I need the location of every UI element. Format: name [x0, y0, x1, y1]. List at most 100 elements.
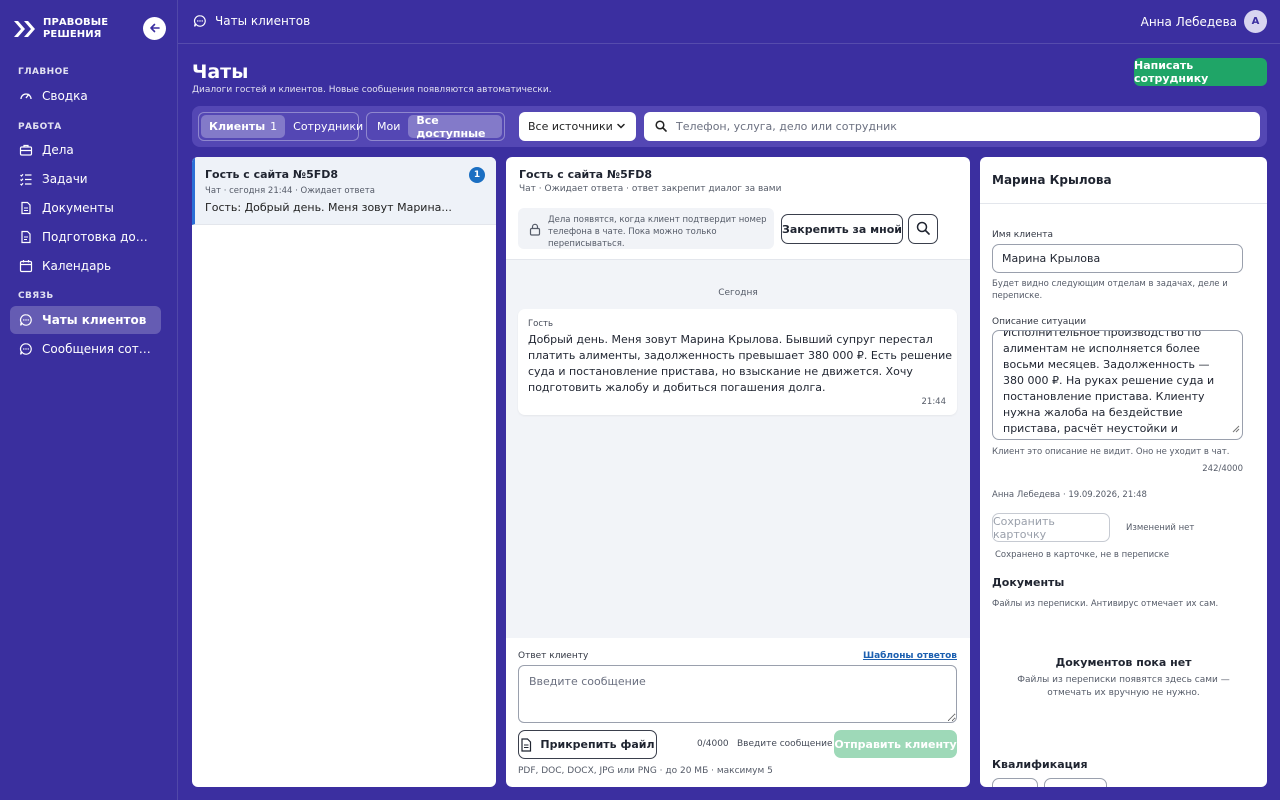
situation-counter: 242/4000	[1202, 464, 1243, 474]
chat-list-item-preview: Гость: Добрый день. Меня зовут Марина...	[205, 201, 452, 214]
lock-icon	[529, 221, 541, 240]
qualification-option[interactable]	[1044, 778, 1107, 787]
pin-chat-button[interactable]: Закрепить за мной	[781, 214, 903, 244]
sidebar-item-label: Задачи	[42, 172, 88, 186]
audience-count: 1	[270, 120, 278, 133]
save-status: Изменений нет	[1126, 523, 1195, 533]
documents-note: Файлы из переписки. Антивирус отмечает и…	[992, 599, 1219, 609]
client-name-label: Имя клиента	[992, 230, 1054, 240]
search-box	[644, 112, 1260, 141]
search-chat-button[interactable]	[908, 214, 938, 244]
audience-option-label: Клиенты	[209, 120, 266, 133]
chevron-down-icon	[616, 121, 626, 134]
sidebar-item-tasks[interactable]: Задачи	[10, 165, 161, 193]
brand-line-1: ПРАВОВЫЕ	[43, 17, 109, 28]
chat-list-item-meta: Чат · сегодня 21:44 · Ожидает ответа	[205, 186, 375, 196]
card-header: Марина Крылова	[980, 157, 1267, 204]
sidebar-item-documents[interactable]: Документы	[10, 194, 161, 222]
situation-label: Описание ситуации	[992, 317, 1087, 327]
scope-option-label: Мои	[377, 120, 401, 133]
sidebar-item-label: Дела	[42, 143, 74, 157]
message-staff-button[interactable]: Написать сотруднику	[1134, 58, 1267, 86]
sidebar-item-label: Календарь	[42, 259, 112, 273]
client-card-name: Марина Крылова	[992, 173, 1112, 187]
nav-section-work: РАБОТА	[18, 122, 62, 132]
send-hint: Введите сообщение	[737, 739, 833, 749]
sidebar-item-calendar[interactable]: Календарь	[10, 252, 161, 280]
source-select[interactable]: Все источники	[519, 112, 636, 141]
situation-field[interactable]: Исполнительное производство по алиментам…	[992, 330, 1243, 440]
brand-logo[interactable]: ПРАВОВЫЕ РЕШЕНИЯ	[12, 17, 108, 41]
chat-title: Гость с сайта №5FD8	[519, 168, 653, 181]
attach-file-label: Прикрепить файл	[540, 738, 655, 751]
message-author: Гость	[528, 319, 554, 329]
sidebar-item-staff-messages[interactable]: Сообщения сотрудников	[10, 335, 161, 363]
saved-note: Сохранено в карточке, не в переписке	[995, 550, 1170, 560]
page-title: Чаты	[192, 61, 249, 83]
avatar[interactable]: А	[1244, 10, 1267, 33]
document-icon	[19, 201, 33, 215]
double-chevron-logo-icon	[12, 18, 38, 40]
day-divider: Сегодня	[718, 288, 758, 298]
audience-option-staff[interactable]: Сотрудники	[285, 115, 371, 138]
file-icon	[520, 737, 532, 752]
audience-option-clients[interactable]: Клиенты 1	[201, 115, 286, 138]
gauge-icon	[19, 89, 33, 103]
unread-badge: 1	[469, 167, 485, 183]
card-edited-by: Анна Лебедева · 19.09.2026, 21:48	[992, 490, 1147, 500]
qualification-option[interactable]	[992, 778, 1038, 787]
document-edit-icon	[19, 230, 33, 244]
documents-empty-title: Документов пока нет	[1055, 656, 1192, 669]
qualification-title: Квалификация	[992, 758, 1088, 771]
sidebar-item-label: Подготовка документов	[42, 230, 154, 244]
chat-list-item[interactable]: Гость с сайта №5FD8 Чат · сегодня 21:44 …	[192, 157, 496, 225]
attach-file-button[interactable]: Прикрепить файл	[518, 730, 657, 759]
audience-option-label: Сотрудники	[293, 120, 364, 133]
sidebar-item-client-chats[interactable]: Чаты клиентов	[10, 306, 161, 334]
brand-name: ПРАВОВЫЕ РЕШЕНИЯ	[43, 17, 108, 41]
nav-section-main: ГЛАВНОЕ	[18, 67, 70, 77]
sidebar-item-label: Сводка	[42, 89, 88, 103]
phone-notice-text: Дела появятся, когда клиент подтвердит н…	[548, 215, 767, 249]
search-icon	[655, 117, 667, 136]
chat-icon	[193, 14, 207, 28]
collapse-sidebar-button[interactable]	[143, 17, 166, 40]
reply-label: Ответ клиенту	[518, 651, 589, 661]
resize-grip-icon[interactable]	[1232, 418, 1240, 437]
situation-note: Клиент это описание не видит. Оно не ухо…	[992, 447, 1230, 457]
send-to-client-button[interactable]: Отправить клиенту	[834, 730, 957, 758]
sidebar-item-cases[interactable]: Дела	[10, 136, 161, 164]
situation-text: Исполнительное производство по алиментам…	[1003, 330, 1215, 439]
client-name-field[interactable]	[992, 244, 1243, 273]
message-bubble: Гость Добрый день. Меня зовут Марина Кры…	[518, 309, 957, 415]
phone-notice: Дела появятся, когда клиент подтвердит н…	[518, 208, 774, 249]
scope-option-label: Все доступные	[416, 113, 486, 140]
sidebar-item-summary[interactable]: Сводка	[10, 82, 161, 110]
checklist-icon	[19, 172, 33, 186]
calendar-icon	[19, 259, 33, 273]
briefcase-icon	[19, 143, 33, 157]
sidebar-item-label: Документы	[42, 201, 114, 215]
reply-templates-link[interactable]: Шаблоны ответов	[863, 651, 957, 661]
arrow-left-icon	[149, 19, 161, 38]
chat-panel: Гость с сайта №5FD8 Чат · Ожидает ответа…	[506, 157, 970, 787]
search-icon	[916, 221, 930, 238]
search-input[interactable]	[676, 120, 1236, 133]
scope-option-mine[interactable]: Мои	[369, 115, 408, 138]
sidebar-item-label: Чаты клиентов	[42, 313, 147, 327]
sidebar-item-document-prep[interactable]: Подготовка документов	[10, 223, 161, 251]
audience-toggle: Клиенты 1 Сотрудники	[198, 112, 363, 141]
chat-list-item-title: Гость с сайта №5FD8	[205, 168, 339, 181]
message-text: Добрый день. Меня зовут Марина Крылова. …	[528, 333, 952, 394]
save-card-button[interactable]: Сохранить карточку	[992, 513, 1110, 542]
user-name[interactable]: Анна Лебедева	[1141, 15, 1237, 29]
chat-list-panel: Гость с сайта №5FD8 Чат · сегодня 21:44 …	[192, 157, 496, 787]
sidebar: ПРАВОВЫЕ РЕШЕНИЯ ГЛАВНОЕ Сводка РАБОТА Д…	[0, 0, 178, 800]
source-select-value: Все источники	[528, 120, 613, 133]
scope-option-all[interactable]: Все доступные	[408, 113, 502, 140]
nav-section-communication: СВЯЗЬ	[18, 291, 54, 301]
message-area[interactable]: Сегодня Гость Добрый день. Меня зовут Ма…	[506, 259, 970, 638]
reply-input[interactable]	[518, 665, 957, 723]
filter-bar: Клиенты 1 Сотрудники Мои Все доступные В…	[192, 106, 1267, 147]
chat-meta: Чат · Ожидает ответа · ответ закрепит ди…	[519, 184, 782, 194]
